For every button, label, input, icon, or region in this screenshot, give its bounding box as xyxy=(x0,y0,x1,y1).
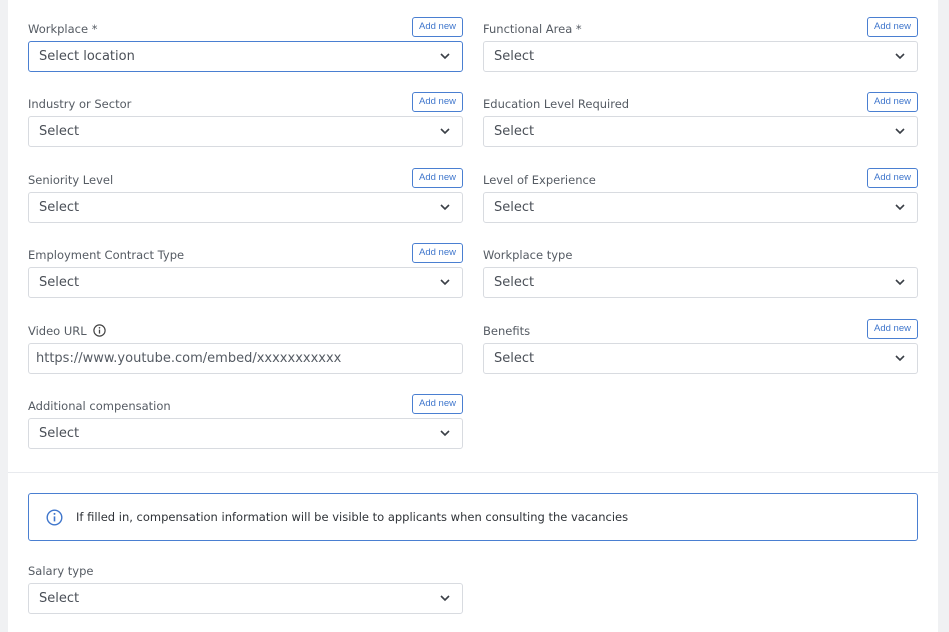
industry-field: Industry or Sector Add new Select xyxy=(28,92,463,147)
chevron-down-icon xyxy=(895,355,905,362)
functional-area-select[interactable]: Select xyxy=(483,41,918,72)
chevron-down-icon xyxy=(440,595,450,602)
chevron-down-icon xyxy=(440,430,450,437)
contract-label: Employment Contract Type xyxy=(28,248,185,262)
functional-area-label: Functional Area * xyxy=(483,22,582,36)
seniority-label: Seniority Level xyxy=(28,173,114,187)
industry-select[interactable]: Select xyxy=(28,116,463,147)
contract-select[interactable]: Select xyxy=(28,267,463,298)
chevron-down-icon xyxy=(440,204,450,211)
contract-add-new-button[interactable]: Add new xyxy=(412,243,463,263)
functional-area-select-value: Select xyxy=(494,49,535,64)
workplace-type-select[interactable]: Select xyxy=(483,267,918,298)
salary-type-select-value: Select xyxy=(39,591,80,606)
seniority-select[interactable]: Select xyxy=(28,192,463,223)
workplace-label: Workplace * xyxy=(28,22,98,36)
chevron-down-icon xyxy=(440,279,450,286)
alert-message: If filled in, compensation information w… xyxy=(76,510,629,524)
benefits-add-new-button[interactable]: Add new xyxy=(867,319,918,339)
benefits-label: Benefits xyxy=(483,324,531,338)
education-field: Education Level Required Add new Select xyxy=(483,92,918,147)
education-label: Education Level Required xyxy=(483,97,630,111)
chevron-down-icon xyxy=(895,53,905,60)
seniority-add-new-button[interactable]: Add new xyxy=(412,168,463,188)
salary-type-select[interactable]: Select xyxy=(28,583,463,614)
form-card: Workplace * Add new Select location Func… xyxy=(8,0,938,632)
benefits-field: Benefits Add new Select xyxy=(483,319,918,374)
education-select-value: Select xyxy=(494,124,535,139)
additional-compensation-field: Additional compensation Add new Select xyxy=(28,394,463,449)
benefits-select-value: Select xyxy=(494,351,535,366)
workplace-select[interactable]: Select location xyxy=(28,41,463,72)
functional-area-field: Functional Area * Add new Select xyxy=(483,17,918,72)
salary-type-label: Salary type xyxy=(28,564,94,578)
chevron-down-icon xyxy=(440,128,450,135)
info-icon[interactable] xyxy=(93,324,106,337)
workplace-field: Workplace * Add new Select location xyxy=(28,17,463,72)
experience-field: Level of Experience Add new Select xyxy=(483,168,918,223)
info-icon xyxy=(46,509,63,526)
functional-area-add-new-button[interactable]: Add new xyxy=(867,17,918,37)
workplace-add-new-button[interactable]: Add new xyxy=(412,17,463,37)
chevron-down-icon xyxy=(895,128,905,135)
experience-label: Level of Experience xyxy=(483,173,596,187)
seniority-field: Seniority Level Add new Select xyxy=(28,168,463,223)
video-url-input[interactable]: https://www.youtube.com/embed/xxxxxxxxxx… xyxy=(28,343,463,374)
salary-type-field: Salary type Select xyxy=(28,561,463,614)
benefits-select[interactable]: Select xyxy=(483,343,918,374)
section-divider xyxy=(8,472,938,473)
seniority-select-value: Select xyxy=(39,200,80,215)
chevron-down-icon xyxy=(895,204,905,211)
contract-field: Employment Contract Type Add new Select xyxy=(28,243,463,298)
video-url-label-text: Video URL xyxy=(28,324,87,338)
additional-compensation-add-new-button[interactable]: Add new xyxy=(412,394,463,414)
workplace-type-select-value: Select xyxy=(494,275,535,290)
workplace-type-label: Workplace type xyxy=(483,248,573,262)
additional-compensation-select[interactable]: Select xyxy=(28,418,463,449)
experience-add-new-button[interactable]: Add new xyxy=(867,168,918,188)
additional-compensation-select-value: Select xyxy=(39,426,80,441)
compensation-info-alert: If filled in, compensation information w… xyxy=(28,493,918,541)
video-url-label: Video URL xyxy=(28,324,106,338)
chevron-down-icon xyxy=(895,279,905,286)
experience-select[interactable]: Select xyxy=(483,192,918,223)
video-url-field: Video URL https://www.youtube.com/embed/… xyxy=(28,321,463,374)
video-url-input-value: https://www.youtube.com/embed/xxxxxxxxxx… xyxy=(36,351,342,366)
education-add-new-button[interactable]: Add new xyxy=(867,92,918,112)
education-select[interactable]: Select xyxy=(483,116,918,147)
workplace-type-field: Workplace type Select xyxy=(483,245,918,298)
chevron-down-icon xyxy=(440,53,450,60)
workplace-select-value: Select location xyxy=(39,49,135,64)
industry-add-new-button[interactable]: Add new xyxy=(412,92,463,112)
industry-select-value: Select xyxy=(39,124,80,139)
additional-compensation-label: Additional compensation xyxy=(28,399,171,413)
contract-select-value: Select xyxy=(39,275,80,290)
industry-label: Industry or Sector xyxy=(28,97,132,111)
experience-select-value: Select xyxy=(494,200,535,215)
